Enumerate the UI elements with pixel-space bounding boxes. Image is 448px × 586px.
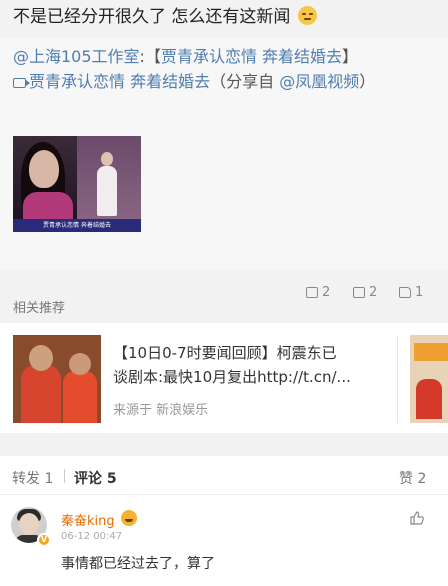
verified-badge-icon: V xyxy=(37,533,51,547)
video-link[interactable]: 贾青承认恋情 奔着结婚去 xyxy=(29,72,210,91)
like-action[interactable]: 1 xyxy=(399,285,423,300)
comment-icon xyxy=(353,287,365,298)
embarrassed-face-emoji-icon xyxy=(297,6,317,25)
news-title-line1: 【10日0-7时要闻回顾】柯震东已 xyxy=(113,344,337,362)
card-divider xyxy=(397,335,398,423)
comment-time: 06-12 00:47 xyxy=(61,531,123,542)
comment-count: 2 xyxy=(369,285,378,300)
feedback-tabs: 转发 1 评论 5 赞 2 xyxy=(0,456,448,495)
video-thumbnail[interactable]: 贾青承认恋情 奔着结婚去 xyxy=(13,136,141,232)
share-source-mention[interactable]: @凤凰视频 xyxy=(279,72,359,91)
repost-card[interactable]: @上海105工作室:【贾青承认恋情 奔着结婚去】 贾青承认恋情 奔着结婚去（分享… xyxy=(0,38,448,300)
repost-action[interactable]: 2 xyxy=(306,285,330,300)
tab-likes[interactable]: 赞 2 xyxy=(399,468,426,488)
comment-username[interactable]: 秦奋king xyxy=(61,510,115,529)
news-title[interactable]: 【10日0-7时要闻回顾】柯震东已 谈剧本:最快10月复出http://t.cn… xyxy=(113,341,395,389)
news-source: 来源于 新浪娱乐 xyxy=(113,403,209,418)
headline-prefix: :【 xyxy=(139,47,161,66)
repost-headline[interactable]: 贾青承认恋情 奔着结婚去 xyxy=(161,47,342,66)
comment-like-icon[interactable] xyxy=(409,510,425,526)
comment-action[interactable]: 2 xyxy=(353,285,377,300)
news-title-line2: 谈剧本:最快10月复出http://t.cn/... xyxy=(113,368,351,386)
tab-comments[interactable]: 评论 5 xyxy=(74,468,117,488)
tab-reposts[interactable]: 转发 1 xyxy=(12,468,53,488)
next-news-thumbnail[interactable] xyxy=(410,335,448,423)
related-news-card[interactable]: 【10日0-7时要闻回顾】柯震东已 谈剧本:最快10月复出http://t.cn… xyxy=(0,323,448,433)
news-thumbnail xyxy=(13,335,101,423)
like-count: 1 xyxy=(415,285,424,300)
share-prefix: （分享自 xyxy=(210,72,280,91)
post-text-content: 不是已经分开很久了 怎么还有这新闻 xyxy=(13,7,291,27)
post-text: 不是已经分开很久了 怎么还有这新闻 xyxy=(13,6,438,28)
repost-text: @上海105工作室:【贾青承认恋情 奔着结婚去】 贾青承认恋情 奔着结婚去（分享… xyxy=(13,44,433,94)
comment-text: 事情都已经过去了，算了 xyxy=(61,556,215,572)
thumbs-up-icon xyxy=(399,287,411,298)
tab-separator xyxy=(64,469,65,483)
comment-item[interactable]: V 秦奋king 06-12 00:47 事情都已经过去了，算了 xyxy=(0,495,448,586)
crown-face-badge-icon xyxy=(121,510,137,526)
repost-icon xyxy=(306,287,318,298)
headline-suffix: 】 xyxy=(342,47,359,66)
share-suffix: ） xyxy=(359,72,376,91)
video-link-icon xyxy=(13,78,30,88)
video-caption: 贾青承认恋情 奔着结婚去 xyxy=(13,219,141,232)
author-mention[interactable]: @上海105工作室 xyxy=(13,47,140,66)
related-label: 相关推荐 xyxy=(13,301,66,316)
repost-count: 2 xyxy=(322,285,331,300)
